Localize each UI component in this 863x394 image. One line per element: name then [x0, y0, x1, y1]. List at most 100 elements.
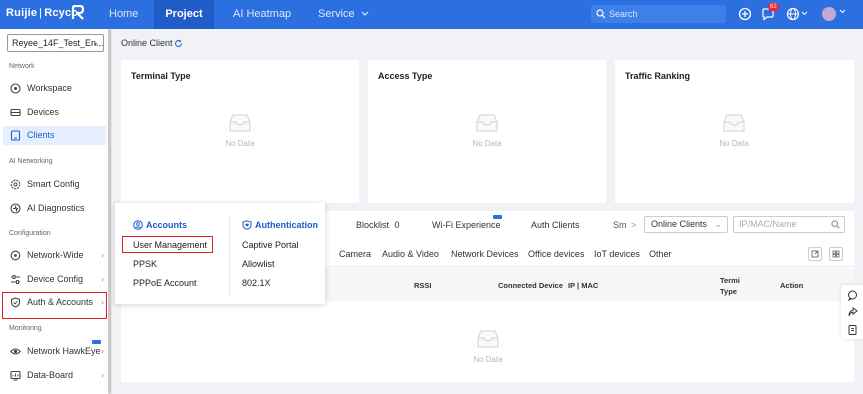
sidebar-item-label: Data-Board — [27, 370, 74, 380]
tabs-scroll-right[interactable]: > — [631, 220, 636, 230]
globe-icon[interactable] — [786, 7, 800, 21]
chevron-right-icon: › — [101, 346, 104, 356]
search-icon — [596, 9, 606, 19]
export-icon — [811, 250, 819, 258]
sidebar-item-smart-config[interactable]: Smart Config — [3, 175, 106, 194]
tab-auth-clients[interactable]: Auth Clients — [531, 220, 580, 230]
chevron-down-icon — [801, 11, 808, 16]
auth-accounts-popup-menu — [115, 203, 325, 304]
empty-box-icon — [477, 330, 499, 348]
tab-label: Blocklist — [356, 220, 390, 230]
category-iot-devices[interactable]: IoT devices — [594, 249, 640, 259]
shield-icon — [10, 297, 21, 308]
column-settings-button[interactable] — [829, 247, 843, 261]
sidebar-item-auth-accounts[interactable]: Auth & Accounts › — [2, 292, 107, 319]
category-camera[interactable]: Camera — [339, 249, 371, 259]
user-circle-icon — [133, 220, 143, 230]
eye-icon — [10, 348, 21, 355]
brand-logo[interactable]: Ruijie | Rcycc — [6, 7, 78, 19]
sidebar-item-label: Auth & Accounts — [27, 297, 94, 307]
chevron-right-icon: › — [101, 370, 104, 380]
sidebar-item-label: Clients — [27, 130, 55, 140]
export-button[interactable] — [808, 247, 822, 261]
category-office-devices[interactable]: Office devices — [528, 249, 584, 259]
workspace-icon — [10, 83, 21, 94]
brand-mark-icon — [71, 5, 85, 20]
menu-item-pppoe-account[interactable]: PPPoE Account — [133, 278, 197, 288]
popup-header-authentication: Authentication — [255, 220, 318, 230]
chat-icon[interactable] — [847, 290, 858, 301]
column-header-terminal-l2: Type — [720, 287, 737, 296]
empty-state: No Data — [210, 112, 270, 148]
new-badge — [92, 340, 101, 344]
nav-home[interactable]: Home — [109, 0, 138, 29]
sidebar-item-devices[interactable]: Devices — [3, 103, 106, 122]
sidebar-item-network-hawkeye[interactable]: Network HawkEye › — [3, 342, 106, 361]
notification-badge: 62 — [768, 3, 779, 11]
section-label-monitoring: Monitoring — [9, 325, 42, 332]
card-title: Access Type — [378, 71, 433, 81]
shield-heart-icon — [242, 220, 252, 230]
category-network-devices[interactable]: Network Devices — [451, 249, 519, 259]
nav-service[interactable]: Service — [318, 0, 369, 29]
sidebar-item-workspace[interactable]: Workspace — [3, 79, 106, 98]
sidebar-item-label: Smart Config — [27, 179, 80, 189]
empty-state: No Data — [704, 112, 764, 148]
sidebar-item-data-board[interactable]: Data-Board › — [3, 366, 106, 385]
sidebar-item-label: Devices — [27, 107, 60, 117]
column-header-rssi[interactable]: RSSI — [414, 281, 432, 290]
nav-project[interactable]: Project — [154, 0, 214, 29]
no-data-text: No Data — [472, 139, 502, 148]
nav-service-label: Service — [318, 8, 355, 20]
category-other[interactable]: Other — [649, 249, 672, 259]
menu-item-user-management[interactable]: User Management — [133, 240, 207, 250]
column-header-terminal-l1[interactable]: Termi — [720, 276, 740, 285]
column-header-ip-mac[interactable]: IP | MAC — [568, 281, 598, 290]
empty-box-icon — [476, 114, 498, 132]
client-status-select[interactable]: Online Clients ⌄ — [644, 216, 728, 233]
search-icon — [831, 220, 840, 229]
sidebar-item-label: AI Diagnostics — [27, 203, 85, 213]
chevron-right-icon: › — [101, 274, 104, 284]
sidebar-item-clients[interactable]: Clients — [3, 126, 106, 145]
section-label-network: Network — [9, 63, 35, 70]
client-search-input[interactable]: IP/MAC/Name — [733, 216, 845, 233]
empty-box-icon — [229, 114, 251, 132]
clipboard-icon[interactable] — [847, 324, 858, 335]
add-icon[interactable] — [738, 7, 752, 21]
column-header-action: Action — [780, 281, 804, 290]
no-data-text: No Data — [473, 355, 503, 364]
floating-toolbar — [841, 285, 863, 339]
no-data-text: No Data — [225, 139, 255, 148]
sidebar-scrollbar[interactable] — [108, 29, 111, 394]
tab-blocklist[interactable]: Blocklist 0 — [356, 220, 400, 230]
feedback-icon[interactable] — [847, 307, 858, 318]
sidebar-item-device-config[interactable]: Device Config › — [3, 270, 106, 289]
nav-ai-heatmap[interactable]: AI Heatmap — [233, 0, 291, 29]
section-label-ai-networking: AI Networking — [9, 158, 53, 165]
search-input[interactable]: Search — [591, 5, 726, 23]
avatar[interactable] — [822, 7, 836, 21]
sidebar-item-network-wide[interactable]: Network-Wide › — [3, 246, 106, 265]
select-value: Online Clients — [651, 219, 708, 229]
sidebar-item-label: Network HawkEye — [27, 346, 101, 356]
search-placeholder: IP/MAC/Name — [739, 219, 797, 229]
popup-header-accounts: Accounts — [146, 220, 188, 230]
menu-item-captive-portal[interactable]: Captive Portal — [242, 240, 299, 250]
menu-item-allowlist[interactable]: Allowlist — [242, 259, 275, 269]
empty-box-icon — [723, 114, 745, 132]
tab-wifi-experience[interactable]: Wi-Fi Experience — [432, 220, 501, 230]
refresh-icon[interactable] — [174, 39, 183, 48]
menu-item-ppsk[interactable]: PPSK — [133, 259, 157, 269]
sidebar-item-label: Device Config — [27, 274, 84, 284]
sidebar-item-label: Workspace — [27, 83, 72, 93]
menu-item-802-1x[interactable]: 802.1X — [242, 278, 271, 288]
project-select[interactable]: Reyee_14F_Test_En... ⌄ — [7, 34, 104, 52]
tab-truncated[interactable]: Sm — [613, 220, 627, 230]
category-audio-video[interactable]: Audio & Video — [382, 249, 439, 259]
diagnostics-icon — [10, 203, 21, 214]
column-header-connected-device[interactable]: Connected Device — [498, 281, 563, 290]
sliders-icon — [11, 275, 20, 284]
empty-state: No Data — [457, 112, 517, 148]
sidebar-item-ai-diagnostics[interactable]: AI Diagnostics — [3, 199, 106, 218]
